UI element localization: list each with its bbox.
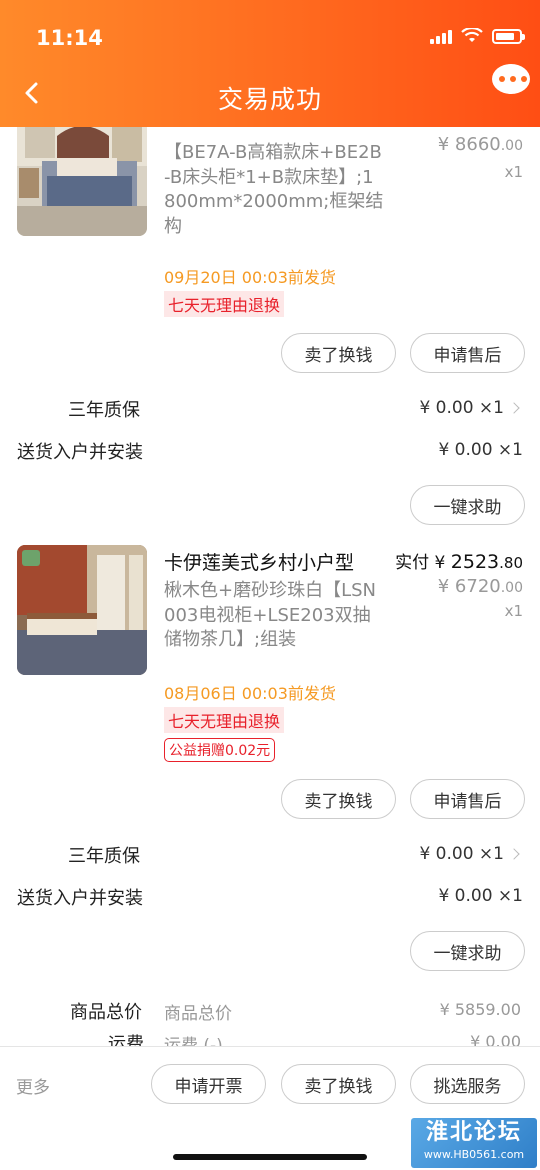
- warranty-label: 三年质保: [68, 846, 140, 867]
- install-value: ¥ 0.00 ×1: [438, 886, 523, 906]
- order-content: 【BE7A-B高箱款床+BE2B-B床头柜*1+B款床垫】;1800mm*200…: [0, 0, 540, 1046]
- signal-icon: [430, 28, 452, 44]
- freight-value: ¥ 0.00: [470, 1032, 521, 1046]
- after-sale-button[interactable]: 申请售后: [410, 333, 525, 373]
- install-value: ¥ 0.00 ×1: [438, 440, 523, 460]
- warranty-label: 三年质保: [68, 400, 140, 421]
- total-sub: 商品总价: [164, 1004, 232, 1024]
- wifi-icon: [461, 28, 483, 42]
- sell-button[interactable]: 卖了换钱: [281, 333, 396, 373]
- battery-icon: [492, 28, 525, 44]
- freight-label: 运费: [108, 1034, 144, 1046]
- status-icons: [430, 28, 525, 44]
- status-time: 11:14: [36, 26, 103, 50]
- invoice-button[interactable]: 申请开票: [151, 1064, 266, 1104]
- return-tag: 七天无理由退换: [164, 291, 285, 317]
- home-indicator: [173, 1154, 367, 1160]
- sell-button[interactable]: 卖了换钱: [281, 1064, 396, 1104]
- product-spec: 【BE7A-B高箱款床+BE2B-B床头柜*1+B款床垫】;1800mm*200…: [164, 142, 384, 237]
- product-price: ¥ 6720.00: [437, 576, 523, 597]
- return-tag: 七天无理由退换: [164, 707, 285, 733]
- product-name[interactable]: 卡伊莲美式乡村小户型: [164, 548, 354, 575]
- product-spec: 楸木色+磨砂珍珠白【LSN003电视柜+LSE203双抽储物茶几】;组装: [164, 580, 377, 650]
- paid-amount: 实付 ¥ 2523.80: [395, 551, 523, 573]
- help-button[interactable]: 一键求助: [410, 931, 525, 971]
- product-qty: x1: [504, 163, 523, 181]
- warranty-value[interactable]: ¥ 0.00 ×1: [419, 844, 520, 864]
- chevron-right-icon: [508, 402, 520, 414]
- product-qty: x1: [504, 602, 523, 620]
- chevron-right-icon: [508, 848, 520, 860]
- charity-tag: 公益捐赠0.02元: [164, 738, 276, 762]
- chat-icon[interactable]: [492, 64, 530, 94]
- ship-date: 09月20日 00:03前发货: [164, 268, 336, 287]
- total-value: ¥ 5859.00: [439, 1000, 521, 1019]
- page-title: 交易成功: [217, 85, 322, 114]
- total-label: 商品总价: [70, 1002, 142, 1023]
- product-image-tv-cabinet[interactable]: [17, 545, 147, 675]
- watermark-logo: 淮北论坛 www.HB0561.com: [411, 1118, 537, 1168]
- install-label: 送货入户并安装: [17, 888, 143, 909]
- install-label: 送货入户并安装: [17, 442, 143, 463]
- ship-date: 08月06日 00:03前发货: [164, 684, 336, 703]
- product-price: ¥ 8660.00: [437, 134, 523, 155]
- after-sale-button[interactable]: 申请售后: [410, 779, 525, 819]
- sell-button[interactable]: 卖了换钱: [281, 779, 396, 819]
- warranty-value[interactable]: ¥ 0.00 ×1: [419, 398, 520, 418]
- freight-sub: 运费 (-): [164, 1036, 223, 1046]
- top-bar: 11:14 交易成功: [0, 0, 540, 127]
- help-button[interactable]: 一键求助: [410, 485, 525, 525]
- select-service-button[interactable]: 挑选服务: [410, 1064, 525, 1104]
- more-link[interactable]: 更多: [16, 1073, 50, 1098]
